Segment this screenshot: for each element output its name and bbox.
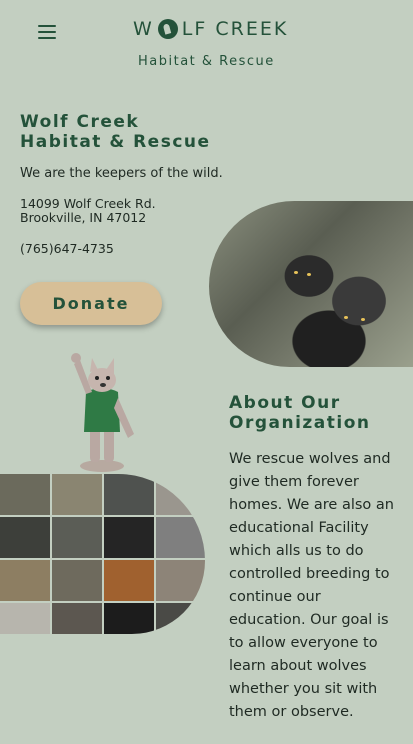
wolf-howl-logo-icon — [157, 19, 178, 39]
site-logo[interactable]: W LF CREEK Habitat & Rescue — [133, 18, 295, 70]
phone-number[interactable]: (765)647-4735 — [20, 241, 114, 256]
page-title: Wolf Creek Habitat & Rescue — [20, 112, 211, 152]
about-description: We rescue wolves and give them forever h… — [229, 451, 394, 720]
about-heading-line1: About Our — [229, 393, 341, 413]
logo-subtitle: Habitat & Rescue — [138, 54, 275, 69]
page-title-line1: Wolf Creek — [20, 112, 140, 132]
hamburger-menu-icon[interactable] — [38, 25, 56, 41]
donate-button[interactable]: Donate — [20, 282, 162, 325]
about-heading-line2: Organization — [229, 413, 371, 433]
tagline: We are the keepers of the wild. — [20, 166, 223, 181]
about-heading: About Our Organization — [229, 393, 371, 433]
wolf-mascot-illustration — [71, 353, 134, 472]
logo-text-right: LF CREEK — [181, 18, 289, 40]
address: 14099 Wolf Creek Rd. Brookville, IN 4701… — [20, 197, 156, 225]
address-line2: Brookville, IN 47012 — [20, 210, 147, 225]
page-title-line2: Habitat & Rescue — [20, 132, 211, 152]
logo-text-left: W — [133, 18, 154, 40]
address-line1: 14099 Wolf Creek Rd. — [20, 196, 156, 211]
wolves-photo — [209, 201, 413, 367]
wolf-photo-collage — [0, 474, 205, 634]
